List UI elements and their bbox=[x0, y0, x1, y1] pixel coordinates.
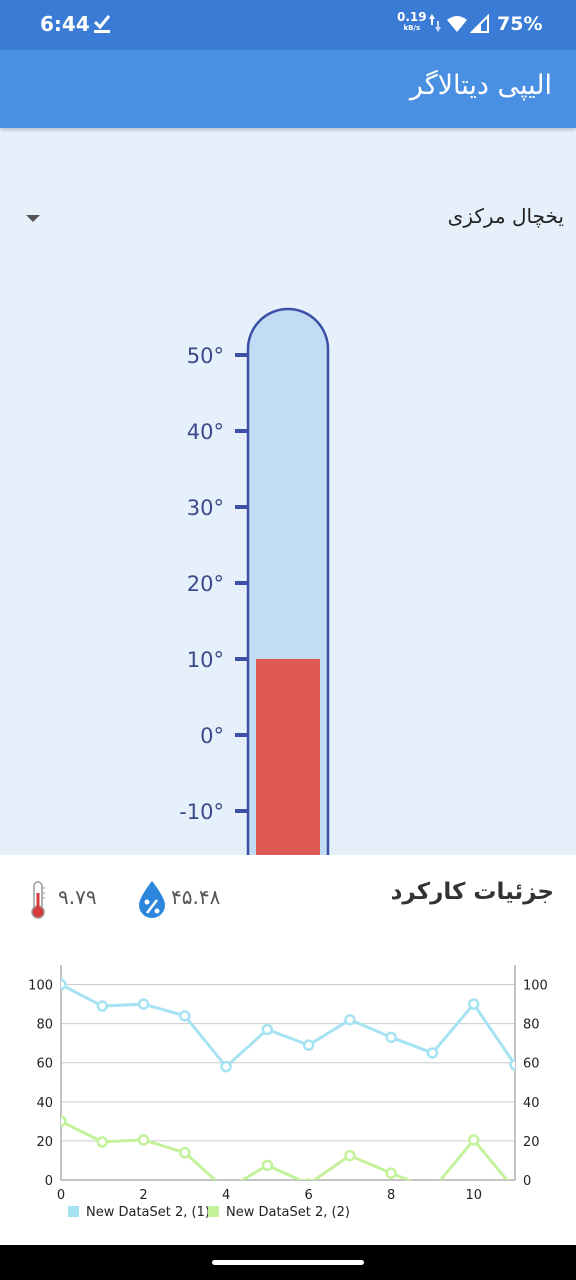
chart-data-point bbox=[467, 1134, 480, 1146]
wifi-icon bbox=[447, 16, 467, 32]
chart-data-point bbox=[96, 1000, 109, 1012]
chart-data-point bbox=[96, 1136, 109, 1148]
humidity-value: ۴۵.۴۸ bbox=[171, 885, 221, 909]
chart-right-tick-label: 20 bbox=[523, 1135, 540, 1150]
chart-data-point bbox=[509, 1058, 515, 1071]
chart-left-tick-label: 40 bbox=[36, 1096, 53, 1111]
home-gesture-handle[interactable] bbox=[212, 1260, 364, 1265]
chart-left-tick-label: 100 bbox=[28, 979, 53, 994]
details-title: جزئیات کارکرد bbox=[390, 879, 554, 905]
chart-series-line bbox=[61, 983, 515, 1069]
chart-legend-label: New DataSet 2, (2) bbox=[226, 1205, 350, 1220]
thermometer-tick-label: 20° bbox=[187, 572, 224, 596]
chart-x-tick-label: 8 bbox=[387, 1188, 395, 1203]
chart-right-tick-label: 100 bbox=[523, 979, 548, 994]
chart-left-tick-label: 80 bbox=[36, 1018, 53, 1033]
app-bar: الیپی دیتالاگر bbox=[0, 50, 576, 128]
battery-level: 75% bbox=[497, 13, 543, 35]
thermometer-tick-label: 30° bbox=[187, 496, 224, 520]
navigation-bar bbox=[0, 1245, 576, 1280]
temperature-value: ۹.۷۹ bbox=[58, 885, 97, 909]
chart-series-1 bbox=[61, 978, 515, 1073]
chart-data-point bbox=[344, 1149, 356, 1162]
chart-x-tick-label: 10 bbox=[465, 1188, 482, 1203]
chart-x-tick-label: 4 bbox=[222, 1188, 230, 1203]
chart-data-point bbox=[179, 1146, 191, 1159]
network-speed-value: 0.19 bbox=[397, 10, 427, 24]
chart-left-tick-label: 0 bbox=[45, 1174, 53, 1189]
thermometer-tick-label: 0° bbox=[200, 724, 224, 748]
thermometer-tick-label: 40° bbox=[187, 420, 224, 444]
dropdown-arrow-icon[interactable] bbox=[26, 215, 40, 222]
chart-right-tick-label: 40 bbox=[523, 1096, 540, 1111]
check-notification-icon bbox=[93, 15, 111, 33]
chart-data-point bbox=[261, 1023, 274, 1036]
device-dropdown-value: یخچال مرکزی bbox=[447, 204, 564, 228]
network-speed: 0.19 kB/s bbox=[397, 10, 427, 34]
thermometer-tick-label: 10° bbox=[187, 648, 224, 672]
thermometer-mercury bbox=[256, 659, 320, 855]
chart-right-tick-label: 0 bbox=[523, 1174, 531, 1189]
chart-data-point bbox=[385, 1031, 397, 1044]
chart-right-tick-label: 60 bbox=[523, 1057, 540, 1072]
chart-data-point bbox=[428, 1185, 437, 1194]
chart-data-point bbox=[220, 1060, 232, 1073]
network-speed-unit: kB/s bbox=[403, 24, 421, 32]
thermometer-gauge: 50° 40° 30° 20° 10° 0° -10° bbox=[179, 307, 330, 855]
chart-data-point bbox=[426, 1047, 439, 1059]
chart-data-point bbox=[137, 1134, 150, 1146]
history-line-chart: 0 020 2040 4060 6080 80100 1000 2 4 6 8 10New DataS… bbox=[28, 965, 548, 1220]
thermometer-icon bbox=[31, 881, 45, 919]
chart-legend-swatch bbox=[208, 1206, 219, 1217]
device-dropdown[interactable]: یخچال مرکزی bbox=[0, 190, 576, 244]
chart-series-2 bbox=[61, 1115, 520, 1194]
data-transfer-icon bbox=[429, 14, 441, 32]
chart-x-tick-label: 6 bbox=[304, 1188, 312, 1203]
chart-legend-label: New DataSet 2, (1) bbox=[86, 1205, 210, 1220]
chart-data-point bbox=[61, 978, 67, 991]
details-panel: جزئیات کارکرد ۴۵.۴۸ ۹.۷۹ 0 0 20 20 40 40 60 60 8… bbox=[0, 855, 576, 1245]
chart-data-point bbox=[61, 1115, 67, 1128]
thermometer-tick-label: 50° bbox=[187, 344, 224, 368]
chart-left-tick-label: 20 bbox=[36, 1135, 53, 1150]
chart-data-point bbox=[137, 998, 150, 1010]
chart-x-tick-label: 0 bbox=[57, 1188, 65, 1203]
status-bar: 6:44 0.19 kB/s 75% bbox=[0, 0, 576, 50]
chart-right-tick-label: 80 bbox=[523, 1018, 540, 1033]
chart-x-tick-label: 2 bbox=[139, 1188, 147, 1203]
chart-data-point bbox=[385, 1167, 397, 1179]
chart-data-point bbox=[302, 1039, 315, 1051]
chart-left-tick-label: 60 bbox=[36, 1057, 53, 1072]
thermometer-tick-label: -10° bbox=[179, 800, 224, 824]
status-time: 6:44 bbox=[40, 12, 90, 36]
chart-data-point bbox=[467, 998, 480, 1010]
chart-legend-swatch bbox=[68, 1206, 79, 1217]
chart-data-point bbox=[179, 1010, 191, 1022]
chart-data-point bbox=[261, 1159, 274, 1172]
chart-data-point bbox=[511, 1185, 520, 1194]
humidity-drop-icon bbox=[139, 881, 165, 918]
chart-data-point bbox=[344, 1013, 356, 1026]
cell-signal-icon bbox=[470, 14, 489, 33]
app-title: الیپی دیتالاگر bbox=[409, 70, 552, 101]
